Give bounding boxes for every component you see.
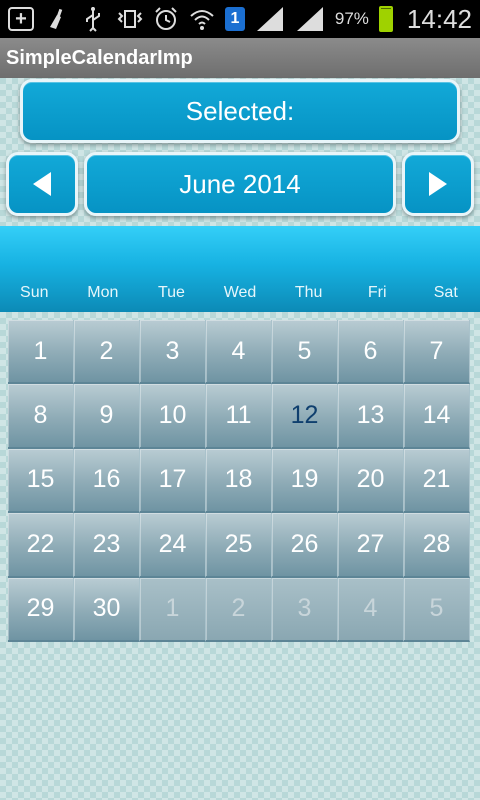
day-cell[interactable]: 14 bbox=[404, 384, 470, 449]
day-cell[interactable]: 20 bbox=[338, 448, 404, 514]
status-bar: + 1 97% 14:42 bbox=[0, 0, 480, 38]
app-title-bar: SimpleCalendarImp bbox=[0, 38, 480, 78]
usb-icon bbox=[80, 5, 106, 33]
weekday-label: Fri bbox=[367, 284, 387, 301]
cleaning-icon bbox=[44, 5, 70, 33]
day-cell[interactable]: 11 bbox=[206, 384, 272, 449]
day-cell[interactable]: 30 bbox=[74, 577, 140, 642]
status-bar-left: + bbox=[8, 5, 106, 33]
calendar-grid: 1 2 3 4 5 6 7 8 9 10 11 12 13 14 15 16 1… bbox=[8, 320, 470, 642]
clock-time: 14:42 bbox=[406, 3, 472, 34]
day-cell-next-month[interactable]: 3 bbox=[272, 577, 338, 642]
day-cell[interactable]: 13 bbox=[338, 384, 404, 449]
month-label: June 2014 bbox=[179, 168, 301, 199]
day-cell[interactable]: 4 bbox=[206, 320, 272, 385]
arrow-right-icon bbox=[429, 172, 447, 196]
day-cell[interactable]: 29 bbox=[8, 577, 74, 642]
day-cell[interactable]: 28 bbox=[404, 513, 470, 578]
day-cell[interactable]: 8 bbox=[8, 384, 74, 449]
battery-icon bbox=[378, 6, 393, 32]
day-cell[interactable]: 2 bbox=[74, 320, 140, 385]
status-bar-right: 1 97% 14:42 bbox=[117, 4, 472, 35]
day-cell[interactable]: 7 bbox=[404, 320, 470, 385]
day-cell[interactable]: 15 bbox=[8, 448, 74, 514]
sim-icon: 1 bbox=[224, 7, 245, 31]
day-cell[interactable]: 1 bbox=[8, 320, 74, 385]
month-label-box: June 2014 bbox=[84, 152, 396, 216]
day-cell-today[interactable]: 12 bbox=[272, 384, 338, 449]
day-cell[interactable]: 21 bbox=[404, 448, 470, 514]
weekday-label: Sat bbox=[433, 284, 458, 301]
weekday-label: Wed bbox=[223, 284, 257, 301]
previous-month-button[interactable] bbox=[6, 152, 78, 216]
signal-icon bbox=[295, 5, 325, 33]
plus-box-icon: + bbox=[8, 7, 34, 31]
day-cell[interactable]: 10 bbox=[140, 384, 206, 449]
day-cell-next-month[interactable]: 1 bbox=[140, 577, 206, 642]
app-title: SimpleCalendarImp bbox=[6, 46, 193, 69]
day-cell[interactable]: 19 bbox=[272, 448, 338, 514]
day-cell[interactable]: 23 bbox=[74, 513, 140, 578]
day-cell-next-month[interactable]: 2 bbox=[206, 577, 272, 642]
weekday-label: Thu bbox=[294, 284, 323, 301]
day-cell[interactable]: 3 bbox=[140, 320, 206, 385]
weekday-label: Sun bbox=[20, 284, 49, 301]
weekday-label: Tue bbox=[157, 284, 185, 301]
day-cell[interactable]: 26 bbox=[272, 513, 338, 578]
day-cell[interactable]: 17 bbox=[140, 448, 206, 514]
vibrate-icon bbox=[117, 5, 143, 33]
day-cell[interactable]: 24 bbox=[140, 513, 206, 578]
day-cell[interactable]: 25 bbox=[206, 513, 272, 578]
day-cell[interactable]: 22 bbox=[8, 513, 74, 578]
battery-percent: 97% bbox=[334, 9, 369, 28]
day-cell[interactable]: 18 bbox=[206, 448, 272, 514]
signal-icon bbox=[255, 5, 285, 33]
selected-date-display: Selected: bbox=[20, 79, 460, 143]
day-cell[interactable]: 5 bbox=[272, 320, 338, 385]
wifi-icon bbox=[189, 5, 215, 33]
weekday-row: Sun Mon Tue Wed Thu Fri Sat bbox=[0, 284, 480, 310]
selected-label: Selected: bbox=[185, 95, 295, 126]
alarm-icon bbox=[153, 5, 179, 33]
day-cell[interactable]: 16 bbox=[74, 448, 140, 514]
day-cell-next-month[interactable]: 4 bbox=[338, 577, 404, 642]
day-cell-next-month[interactable]: 5 bbox=[404, 577, 470, 642]
day-cell[interactable]: 9 bbox=[74, 384, 140, 449]
day-cell[interactable]: 27 bbox=[338, 513, 404, 578]
next-month-button[interactable] bbox=[402, 152, 474, 216]
weekday-label: Mon bbox=[87, 284, 119, 301]
arrow-left-icon bbox=[33, 172, 51, 196]
day-cell[interactable]: 6 bbox=[338, 320, 404, 385]
